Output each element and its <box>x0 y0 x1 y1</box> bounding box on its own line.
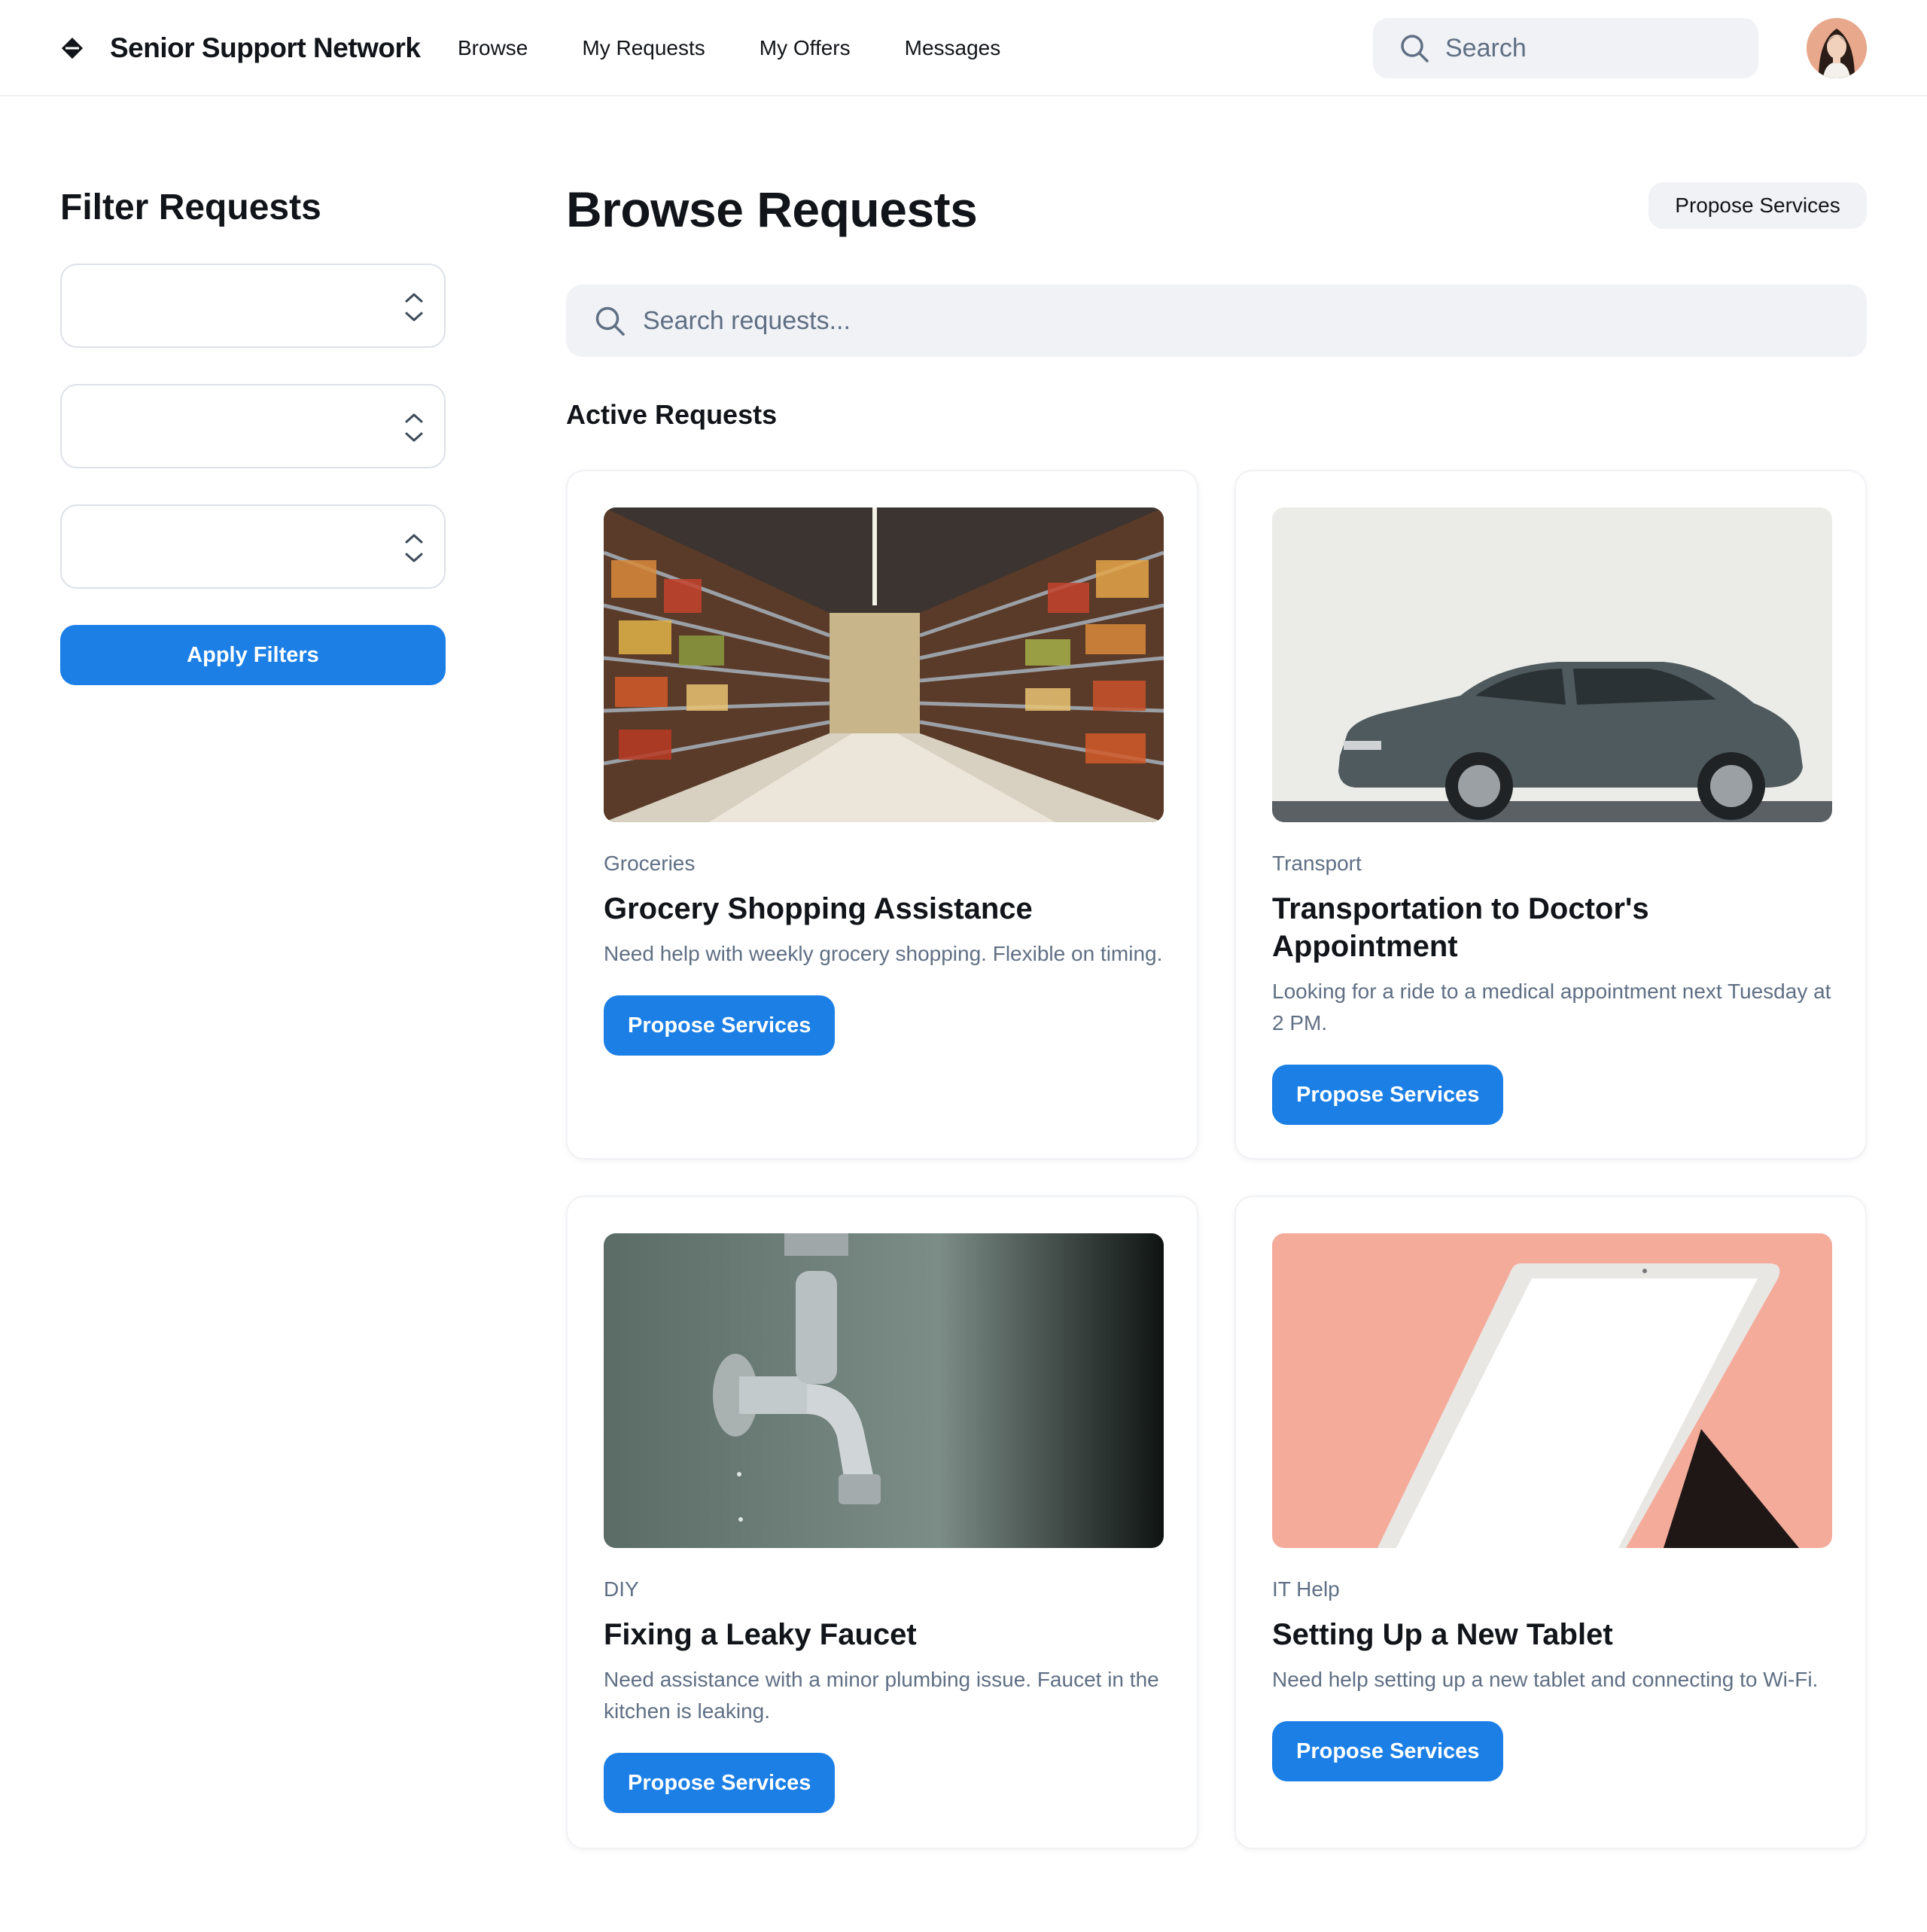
nav-my-requests[interactable]: My Requests <box>582 36 705 60</box>
brand-logo-icon <box>62 38 83 59</box>
propose-services-button[interactable]: Propose Services <box>604 1753 836 1813</box>
card-body: IT Help Setting Up a New Tablet Need hel… <box>1272 1574 1832 1781</box>
propose-services-button[interactable]: Propose Services <box>1272 1065 1504 1125</box>
filter-select-3[interactable] <box>60 504 446 589</box>
user-avatar[interactable] <box>1807 18 1867 78</box>
card-category: IT Help <box>1272 1577 1340 1601</box>
card-body: DIY Fixing a Leaky Faucet Need assistanc… <box>604 1574 1164 1813</box>
request-card-transport: Transport Transportation to Doctor's App… <box>1234 470 1867 1160</box>
propose-services-header-button[interactable]: Propose Services <box>1648 182 1867 229</box>
propose-services-button[interactable]: Propose Services <box>1272 1721 1504 1781</box>
faucet-image <box>604 1233 1164 1548</box>
card-title: Transportation to Doctor's Appointment <box>1272 892 1649 963</box>
avatar-image <box>1807 18 1867 78</box>
card-title: Fixing a Leaky Faucet <box>604 1618 917 1651</box>
brand-name: Senior Support Network <box>110 32 421 63</box>
card-body: Groceries Grocery Shopping Assistance Ne… <box>604 848 1164 1056</box>
filter-select-2[interactable] <box>60 384 446 468</box>
car-image <box>1272 507 1832 822</box>
search-icon <box>595 306 625 336</box>
grocery-aisle-image <box>604 507 1164 822</box>
request-card-diy: DIY Fixing a Leaky Faucet Need assistanc… <box>566 1196 1198 1849</box>
select-chevron-icon <box>405 534 423 562</box>
global-search <box>1373 18 1758 78</box>
requests-search-input[interactable] <box>643 306 1772 336</box>
select-chevron-icon <box>405 413 423 442</box>
propose-services-button[interactable]: Propose Services <box>604 995 836 1056</box>
card-category: Transport <box>1272 852 1362 875</box>
card-description: Need assistance with a minor plumbing is… <box>604 1668 1159 1723</box>
nav-messages[interactable]: Messages <box>905 36 1001 60</box>
card-description: Looking for a ride to a medical appointm… <box>1272 980 1831 1035</box>
tablet-image <box>1272 1233 1832 1548</box>
request-card-it-help: IT Help Setting Up a New Tablet Need hel… <box>1234 1196 1867 1849</box>
top-navigation-bar: Senior Support Network Browse My Request… <box>0 0 1927 96</box>
nav-browse[interactable]: Browse <box>458 36 528 60</box>
requests-search <box>566 285 1867 357</box>
section-title: Active Requests <box>566 399 778 430</box>
card-category: Groceries <box>604 852 696 875</box>
card-category: DIY <box>604 1577 639 1601</box>
filter-select-1[interactable] <box>60 264 446 348</box>
global-search-input[interactable] <box>1445 33 1731 63</box>
select-chevron-icon <box>405 293 423 321</box>
card-body: Transport Transportation to Doctor's App… <box>1272 848 1832 1125</box>
brand[interactable]: Senior Support Network <box>60 30 421 66</box>
search-icon <box>1401 35 1429 62</box>
card-description: Need help with weekly grocery shopping. … <box>604 942 1163 965</box>
card-description: Need help setting up a new tablet and co… <box>1272 1668 1819 1691</box>
card-title: Grocery Shopping Assistance <box>604 892 1033 925</box>
apply-filters-button[interactable]: Apply Filters <box>60 625 446 685</box>
nav-my-offers[interactable]: My Offers <box>760 36 851 60</box>
page-title: Browse Requests <box>566 181 978 237</box>
request-card-groceries: Groceries Grocery Shopping Assistance Ne… <box>566 470 1198 1160</box>
main-nav: Browse My Requests My Offers Messages <box>458 30 1055 66</box>
filter-title: Filter Requests <box>60 187 321 227</box>
card-title: Setting Up a New Tablet <box>1272 1618 1613 1651</box>
